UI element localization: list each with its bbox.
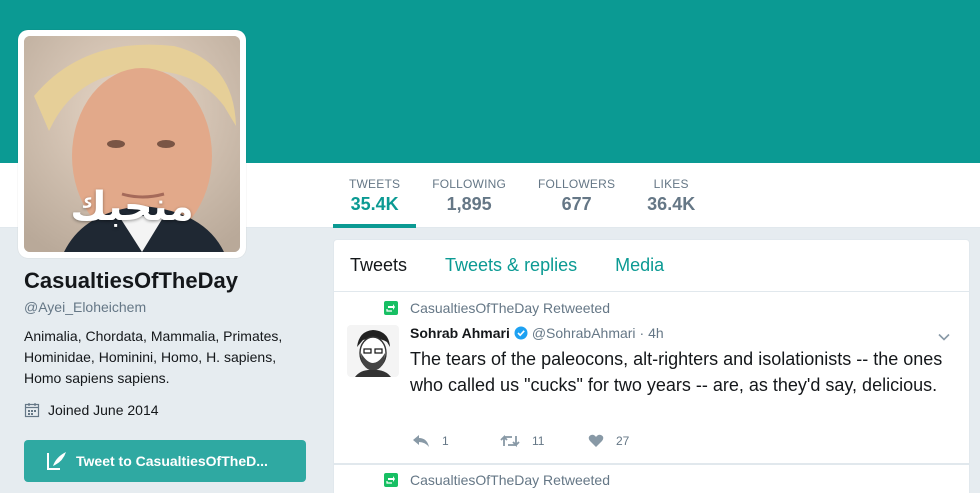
retweet-badge-icon — [384, 473, 398, 487]
tweet-text: The tears of the paleocons, alt-righters… — [410, 349, 943, 395]
like-count: 27 — [616, 434, 630, 448]
stat-value: 36.4K — [647, 194, 696, 214]
profile-card: CasualtiesOfTheDay @Ayei_Eloheichem Anim… — [24, 268, 314, 418]
profile-joined: Joined June 2014 — [24, 402, 314, 418]
stat-likes[interactable]: LIKES 36.4K — [631, 163, 711, 228]
tweet-author-avatar[interactable] — [347, 325, 399, 377]
retweet-icon — [500, 434, 520, 448]
heart-icon — [588, 434, 604, 447]
tweet-timestamp[interactable]: · 4h — [640, 325, 664, 341]
tweet-actions: 1 11 27 — [412, 434, 676, 448]
stat-tweets[interactable]: TWEETS 35.4K — [333, 163, 417, 228]
profile-avatar[interactable]: منحبك — [18, 30, 246, 258]
retweet-button[interactable]: 11 — [500, 434, 588, 448]
tweet-header: Sohrab Ahmari @SohrabAhmari · 4h — [410, 325, 664, 341]
tab-media[interactable]: Media — [615, 255, 664, 276]
retweet-context: CasualtiesOfTheDay Retweeted — [384, 472, 610, 488]
retweeted-by-text[interactable]: CasualtiesOfTheDay Retweeted — [410, 472, 610, 488]
like-button[interactable]: 27 — [588, 434, 676, 448]
stat-value: 1,895 — [446, 194, 492, 214]
joined-date: Joined June 2014 — [48, 402, 159, 418]
author-sketch-image — [347, 325, 399, 377]
tweet-author-handle[interactable]: @SohrabAhmari — [532, 325, 636, 341]
tweet[interactable]: CasualtiesOfTheDay Retweeted — [334, 464, 969, 488]
reply-icon — [413, 435, 429, 447]
stat-value: 677 — [561, 194, 592, 214]
profile-handle[interactable]: @Ayei_Eloheichem — [24, 299, 314, 315]
profile-bio: Animalia, Chordata, Mammalia, Primates, … — [24, 328, 283, 386]
stat-following[interactable]: FOLLOWING 1,895 — [416, 163, 522, 228]
stat-label: TWEETS — [349, 177, 401, 191]
avatar-overlay-text: منحبك — [70, 184, 194, 230]
tab-tweets-and-replies[interactable]: Tweets & replies — [445, 255, 577, 276]
retweet-count: 11 — [532, 434, 545, 448]
profile-name[interactable]: CasualtiesOfTheDay — [24, 268, 314, 294]
timeline: Tweets Tweets & replies Media Casualties… — [333, 239, 970, 493]
compose-quill-icon — [47, 452, 66, 470]
stat-label: LIKES — [653, 177, 689, 191]
stat-followers[interactable]: FOLLOWERS 677 — [522, 163, 631, 228]
retweet-badge-icon — [384, 301, 398, 315]
retweeted-by-text[interactable]: CasualtiesOfTheDay Retweeted — [410, 300, 610, 316]
tweet-to-button[interactable]: Tweet to CasualtiesOfTheD... — [24, 440, 306, 482]
timeline-tabs: Tweets Tweets & replies Media — [334, 240, 969, 292]
tweet[interactable]: CasualtiesOfTheDay Retweeted Sohrab Ahma… — [334, 292, 969, 464]
tweet-to-label: Tweet to CasualtiesOfTheD... — [76, 453, 268, 469]
reply-button[interactable]: 1 — [412, 434, 500, 448]
stat-value: 35.4K — [350, 194, 399, 214]
chevron-down-icon[interactable] — [937, 330, 951, 344]
tweet-author-name[interactable]: Sohrab Ahmari — [410, 325, 510, 341]
tab-tweets[interactable]: Tweets — [350, 255, 407, 276]
profile-stats: TWEETS 35.4K FOLLOWING 1,895 FOLLOWERS 6… — [333, 163, 711, 228]
reply-count: 1 — [442, 434, 449, 448]
calendar-icon — [24, 403, 40, 418]
stat-label: FOLLOWING — [432, 177, 507, 191]
retweet-context: CasualtiesOfTheDay Retweeted — [384, 300, 610, 316]
verified-badge-icon — [514, 326, 528, 340]
stat-label: FOLLOWERS — [538, 177, 616, 191]
avatar-image: منحبك — [24, 36, 240, 252]
